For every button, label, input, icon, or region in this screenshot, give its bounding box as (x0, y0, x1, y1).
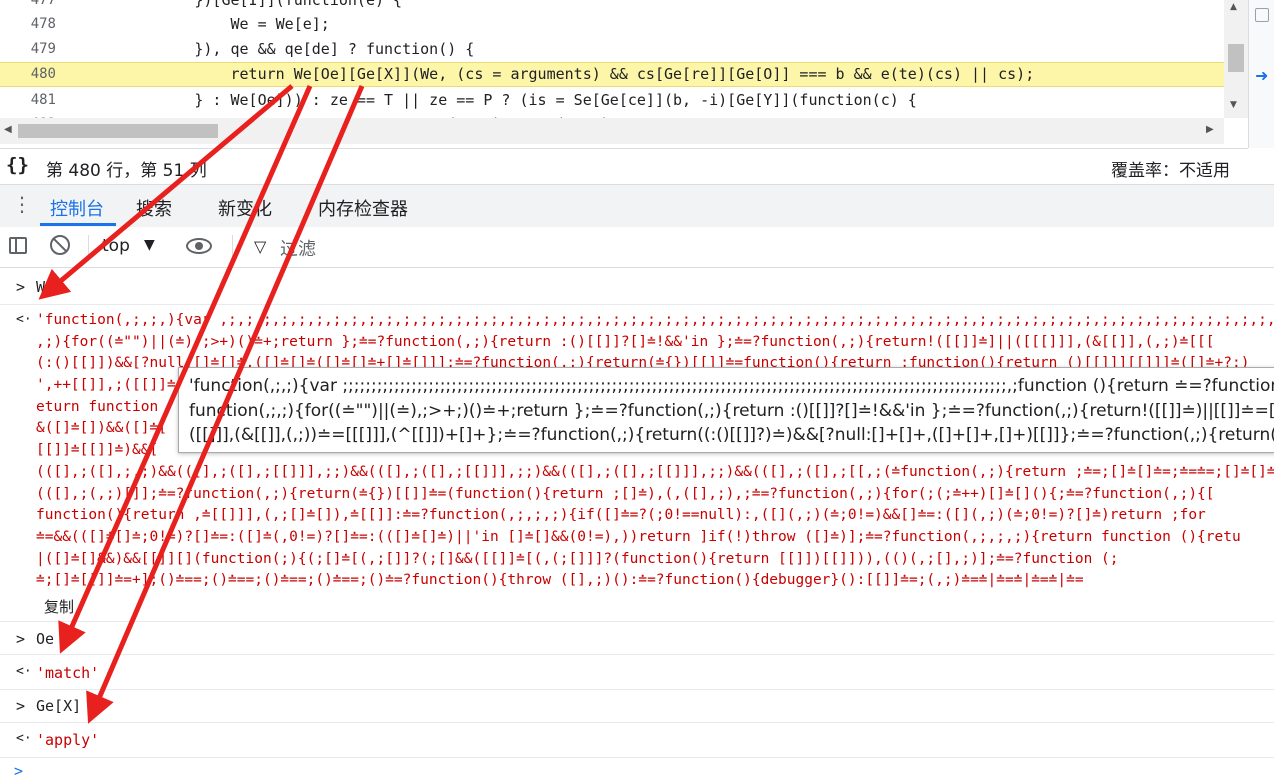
scroll-up-icon[interactable]: ▲ (1230, 2, 1237, 12)
console-output-row: <· 'apply' (0, 723, 1274, 758)
tab-memory-inspector[interactable]: 内存检查器 (318, 195, 408, 221)
tab-console[interactable]: 控制台 (50, 195, 104, 221)
chevron-down-icon[interactable]: ▼ (144, 237, 155, 253)
output-line: ≐=&&(([]≐[]≐;0!=)?[]≐=:([]≐(,0!=)?[]≐=:(… (36, 528, 1241, 545)
console-toolbar: top ▼ ▽ 过滤 (0, 227, 1274, 268)
console-output-string[interactable]: 'match' (36, 664, 99, 682)
scroll-left-icon[interactable]: ◀ (4, 124, 12, 135)
input-prompt-icon: > (16, 697, 26, 715)
value-preview-tooltip: 'function(,;,;){var ;;;;;;;;;;;;;;;;;;;;… (178, 367, 1274, 453)
code-line: 478 We = We[e]; (0, 12, 1248, 37)
output-result-icon: <· (16, 312, 32, 327)
filter-input[interactable]: 过滤 (280, 235, 316, 261)
context-selector[interactable]: top (102, 236, 130, 256)
line-number: 478 (30, 16, 56, 32)
console-input-row: > We (0, 268, 1274, 305)
drawer-tab-bar: ⋮ 控制台 搜索 新变化 内存检查器 (0, 184, 1274, 228)
line-number: 480 (30, 66, 56, 82)
horizontal-scroll-thumb[interactable] (18, 124, 218, 138)
editor-status-bar: {} 第 480 行，第 51 列 覆盖率：不适用 (0, 148, 1248, 185)
console-output-string[interactable]: 'apply' (36, 731, 99, 749)
code-text: We = We[e]; (86, 15, 330, 33)
checkbox-icon[interactable] (1255, 8, 1269, 22)
horizontal-scrollbar[interactable]: ◀ ▶ (0, 118, 1224, 144)
code-text: } : We[Oe])) : ze == T || ze == P ? (is … (86, 91, 917, 109)
more-options-icon[interactable]: ⋮ (12, 194, 32, 214)
toolbar-divider (232, 235, 233, 259)
code-line: 481 } : We[Oe])) : ze == T || ze == P ? … (0, 88, 1248, 113)
tooltip-line: 'function(,;,;){var ;;;;;;;;;;;;;;;;;;;;… (189, 376, 1274, 396)
live-expression-eye-icon[interactable] (186, 238, 212, 254)
output-line: ≐;[]≐[[]]≐=+];()≐==;()≐==;()≐==;()≐==;()… (36, 572, 1084, 589)
console-output-row: <· 'match' (0, 655, 1274, 690)
copy-button[interactable]: 复制 (44, 596, 74, 617)
input-prompt-icon: > (16, 630, 26, 648)
console-input-row: > Ge[X] (0, 690, 1274, 723)
output-line: function(){return ,≐[[]]],(,;[]≐[]),≐[[]… (36, 507, 1206, 524)
code-line: 479 }), qe && qe[de] ? function() { (0, 37, 1248, 62)
editor-side-strip: ➜ (1248, 0, 1274, 148)
line-number: 479 (30, 41, 56, 57)
console-input-text[interactable]: We (36, 278, 54, 296)
output-result-icon: <· (16, 731, 32, 746)
output-line: ,;){for((≐"")||(≐),;>+)()≐+;return };≐=?… (36, 333, 1215, 350)
output-line: (([],;(,;)[]];≐=?function(,;){return(≐{}… (36, 485, 1215, 502)
filter-icon: ▽ (254, 237, 267, 256)
tab-search[interactable]: 搜索 (136, 195, 172, 221)
cursor-position: 第 480 行，第 51 列 (46, 161, 207, 181)
scroll-right-icon[interactable]: ▶ (1206, 124, 1214, 135)
pretty-print-icon[interactable]: {} (6, 154, 29, 176)
clear-console-icon[interactable] (50, 235, 70, 255)
coverage-status: 覆盖率：不适用 (1111, 161, 1230, 181)
code-text: }), qe && qe[de] ? function() { (86, 40, 475, 58)
console-input-row: > Oe (0, 622, 1274, 655)
output-result-icon: <· (16, 664, 32, 679)
output-line: (([],;([],;,;)&&(([],;([],;[[]]],;;)&&((… (36, 463, 1274, 480)
console-output-row: <· 'function(,;,;,){var ,;,;,;,;,;,;,;,;… (0, 305, 1274, 622)
toolbar-divider (88, 235, 89, 259)
code-text: return We[Oe][Ge[X]](We, (cs = arguments… (86, 65, 1035, 83)
console-input-text[interactable]: Ge[X] (36, 697, 81, 715)
source-editor[interactable]: 477 })[Ge[I]](function(e) { 478 We = We[… (0, 0, 1274, 148)
highlighted-code-line: 480 return We[Oe][Ge[X]](We, (cs = argum… (0, 62, 1248, 87)
tab-changes[interactable]: 新变化 (218, 195, 272, 221)
console-prompt-icon[interactable]: > (14, 762, 23, 780)
arrow-right-icon[interactable]: ➜ (1255, 66, 1268, 85)
vertical-scroll-thumb[interactable] (1228, 44, 1244, 72)
line-number: 481 (30, 92, 56, 108)
input-prompt-icon: > (16, 278, 26, 296)
tooltip-line: function(,;,;){for((≐"")||(≐),;>+;)()≐+;… (189, 401, 1274, 421)
output-line: |([]≐[]&&)&&[[]][](function(;){(;[]≐[(,;… (36, 550, 1119, 567)
vertical-scrollbar[interactable]: ▲ ▼ (1224, 0, 1248, 118)
scroll-down-icon[interactable]: ▼ (1230, 100, 1237, 110)
sidebar-toggle-icon[interactable] (9, 237, 27, 254)
output-line: 'function(,;,;,){var ,;,;,;,;,;,;,;,;,;,… (36, 312, 1274, 328)
console-input-text[interactable]: Oe (36, 630, 54, 648)
active-tab-indicator (40, 223, 116, 226)
tooltip-line: ([[]]],(&[[]],(,;))≐=[[[]]],(^[[]])+[]+}… (189, 425, 1274, 445)
